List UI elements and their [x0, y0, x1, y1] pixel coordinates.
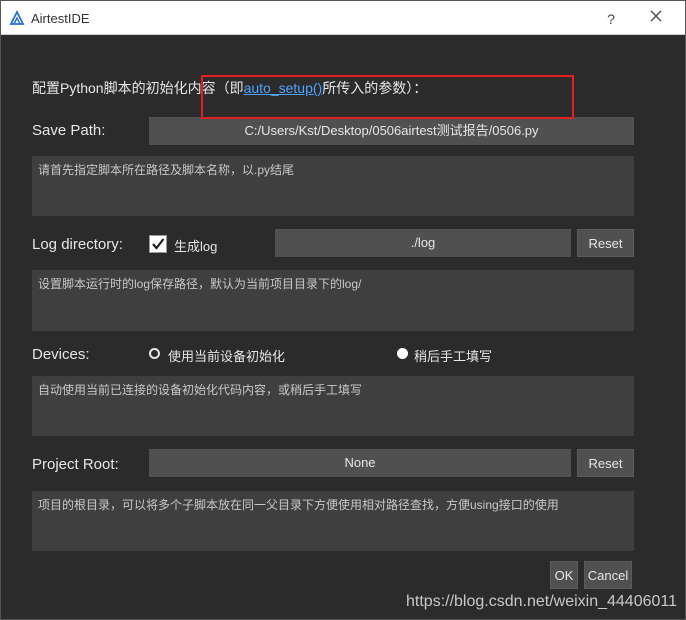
save-path-field[interactable]: C:/Users/Kst/Desktop/0506airtest测试报告/050…: [149, 117, 634, 145]
fill-manually-radio[interactable]: [397, 348, 408, 359]
blog-watermark: https://blog.csdn.net/weixin_44406011: [406, 593, 678, 610]
close-button[interactable]: [644, 7, 668, 29]
project-root-field[interactable]: None: [149, 449, 571, 477]
heading-suffix: 所传入的参数）：: [322, 80, 428, 96]
log-directory-label: Log directory:: [32, 236, 123, 253]
ok-button[interactable]: OK: [550, 561, 578, 589]
devices-label: Devices:: [32, 346, 90, 363]
log-directory-description: 设置脚本运行时的log保存路径，默认为当前项目目录下的log/: [32, 270, 634, 331]
dialog-content: 配置Python脚本的初始化内容（即auto_setup()所传入的参数）： S…: [1, 36, 685, 619]
checkmark-icon: [152, 238, 165, 250]
auto-setup-link[interactable]: auto_setup(): [244, 80, 323, 96]
window-title: AirtestIDE: [31, 11, 90, 26]
generate-log-checkbox[interactable]: [149, 235, 167, 253]
save-path-label: Save Path:: [32, 122, 106, 139]
title-bar: AirtestIDE ?: [1, 1, 685, 35]
project-root-description: 项目的根目录，可以将多个子脚本放在同一父目录下方便使用相对路径查找，方便usin…: [32, 491, 634, 551]
use-current-device-radio[interactable]: [149, 348, 160, 359]
log-reset-button[interactable]: Reset: [577, 229, 634, 257]
project-root-label: Project Root:: [32, 456, 119, 473]
devices-description: 自动使用当前已连接的设备初始化代码内容，或稍后手工填写: [32, 376, 634, 436]
airtest-setup-dialog: AirtestIDE ? 配置Python脚本的初始化内容（即auto_setu…: [0, 0, 686, 620]
use-current-device-label[interactable]: 使用当前设备初始化: [168, 346, 285, 365]
close-icon: [650, 10, 662, 22]
cancel-button[interactable]: Cancel: [584, 561, 632, 589]
save-path-description: 请首先指定脚本所在路径及脚本名称，以.py结尾: [32, 156, 634, 216]
log-directory-field[interactable]: ./log: [275, 229, 571, 257]
heading-prefix: 配置Python脚本的初始化内容（即: [32, 80, 244, 96]
fill-manually-label[interactable]: 稍后手工填写: [414, 346, 492, 365]
dialog-heading: 配置Python脚本的初始化内容（即auto_setup()所传入的参数）：: [32, 78, 427, 98]
project-root-reset-button[interactable]: Reset: [577, 449, 634, 477]
help-button[interactable]: ?: [599, 9, 623, 29]
airtest-logo-icon: [9, 10, 25, 25]
generate-log-label: 生成log: [174, 239, 218, 254]
